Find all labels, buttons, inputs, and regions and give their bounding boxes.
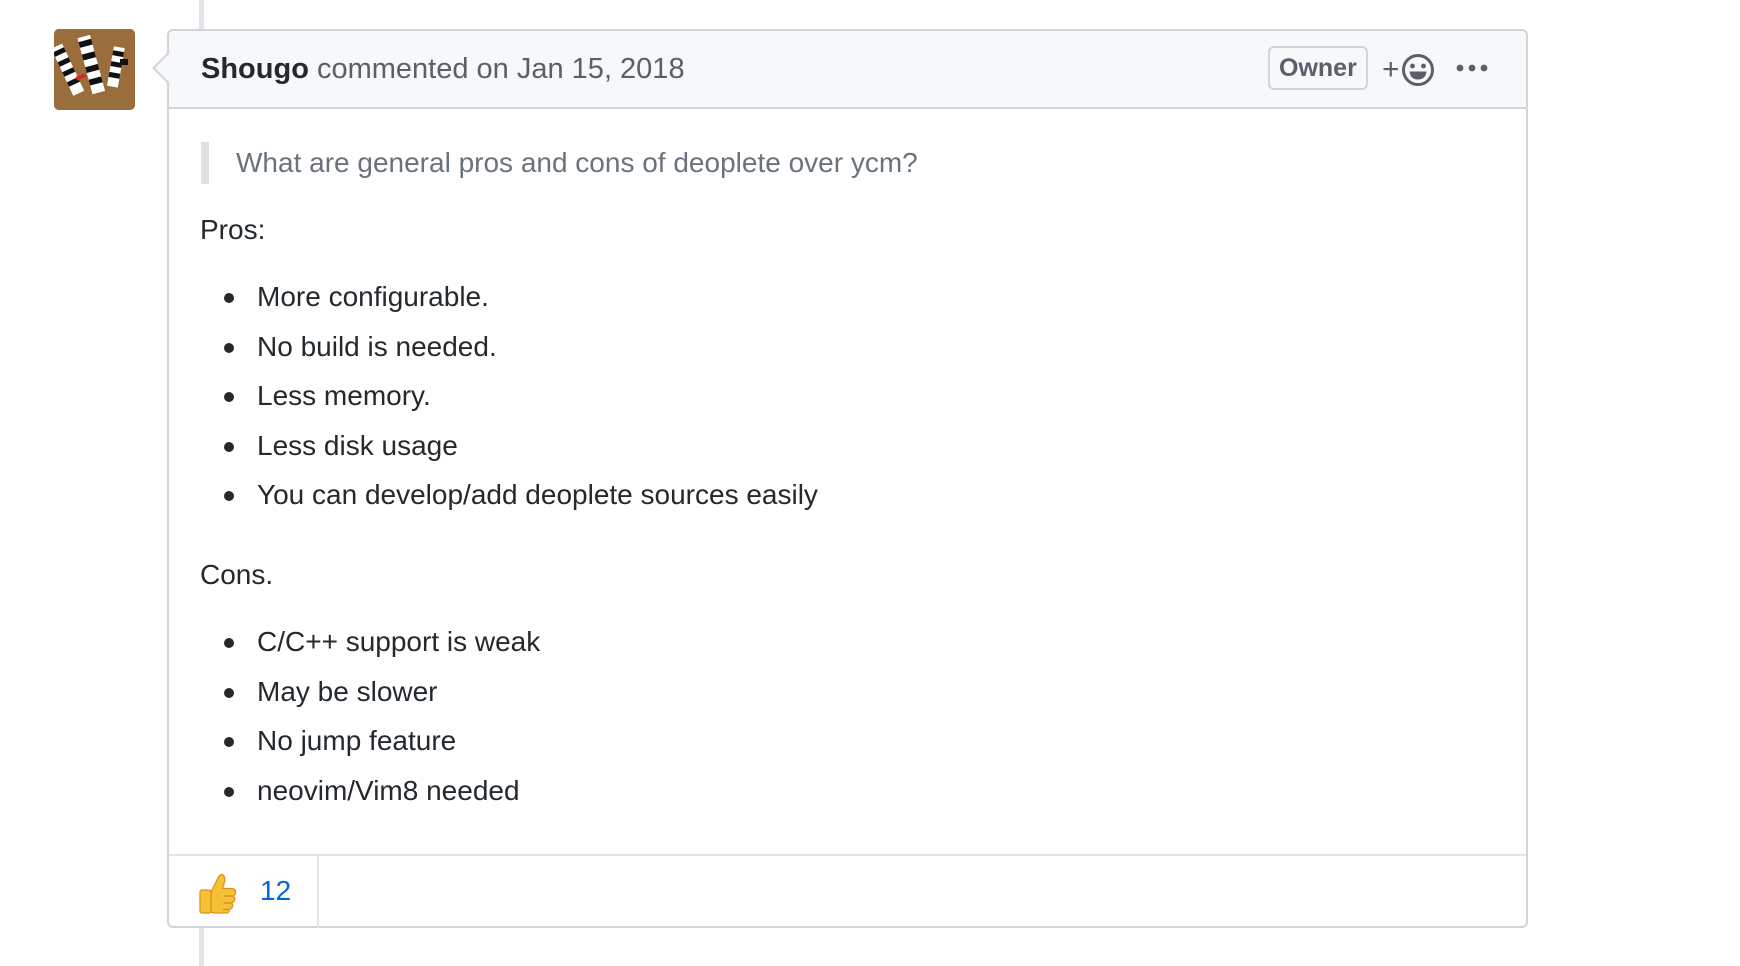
author-link[interactable]: Shougo	[201, 53, 309, 85]
list-item-text: More configurable.	[257, 281, 489, 312]
plus-icon: +	[1382, 53, 1400, 86]
comment-meta: Shougo commented on Jan 15, 2018	[201, 52, 685, 86]
more-options-icon[interactable]	[1454, 53, 1490, 83]
list-item: No build is needed.	[200, 330, 818, 380]
reaction-count: 12	[260, 875, 292, 906]
avatar[interactable]	[54, 29, 135, 110]
blockquote: What are general pros and cons of deople…	[201, 142, 918, 184]
bullet	[224, 392, 234, 402]
list-item: Less memory.	[200, 379, 818, 429]
reactions-bar: 12	[169, 854, 1526, 928]
list-item: C/C++ support is weak	[200, 625, 540, 675]
bullet	[224, 638, 234, 648]
cons-heading: Cons.	[200, 559, 274, 590]
bullet	[224, 342, 234, 353]
list-item: neovim/Vim8 needed	[200, 774, 540, 824]
bullet	[224, 687, 234, 698]
smiley-icon	[1401, 54, 1434, 86]
list-item-text: Less disk usage	[257, 429, 458, 461]
list-item-text: No build is needed.	[257, 330, 497, 362]
bullet	[224, 491, 234, 501]
list-item-text: C/C++ support is weak	[257, 626, 541, 657]
list-item: May be slower	[200, 675, 540, 725]
bullet	[224, 737, 234, 747]
bullet	[224, 441, 234, 452]
comment-body: What are general pros and cons of deople…	[169, 109, 1526, 854]
comment-header: Shougo commented on Jan 15, 2018 Owner +	[169, 31, 1526, 109]
avatar-image	[54, 29, 135, 110]
bullet	[224, 786, 234, 797]
pros-list: More configurable. No build is needed. L…	[200, 280, 818, 528]
comment-timestamp[interactable]: commented on Jan 15, 2018	[317, 53, 685, 85]
list-item: Less disk usage	[200, 429, 818, 479]
bullet	[224, 293, 234, 303]
cons-list: C/C++ support is weak May be slower No j…	[200, 625, 540, 823]
comment-box: Shougo commented on Jan 15, 2018 Owner +…	[167, 29, 1528, 928]
add-reaction-button[interactable]: +	[1382, 51, 1435, 89]
list-item-text: neovim/Vim8 needed	[257, 774, 520, 806]
pros-heading: Pros:	[200, 214, 266, 245]
list-item: No jump feature	[200, 724, 540, 774]
list-item-text: You can develop/add deoplete sources eas…	[257, 479, 818, 510]
list-item-text: May be slower	[257, 675, 438, 707]
list-item: You can develop/add deoplete sources eas…	[200, 478, 818, 528]
owner-badge: Owner	[1268, 46, 1368, 90]
list-item-text: Less memory.	[257, 380, 431, 411]
thumbs-up-icon	[199, 873, 237, 914]
list-item-text: No jump feature	[257, 725, 457, 756]
list-item: More configurable.	[200, 280, 818, 330]
thumbs-up-reaction-button[interactable]: 12	[169, 856, 319, 928]
comment-caret-fill	[155, 54, 169, 82]
